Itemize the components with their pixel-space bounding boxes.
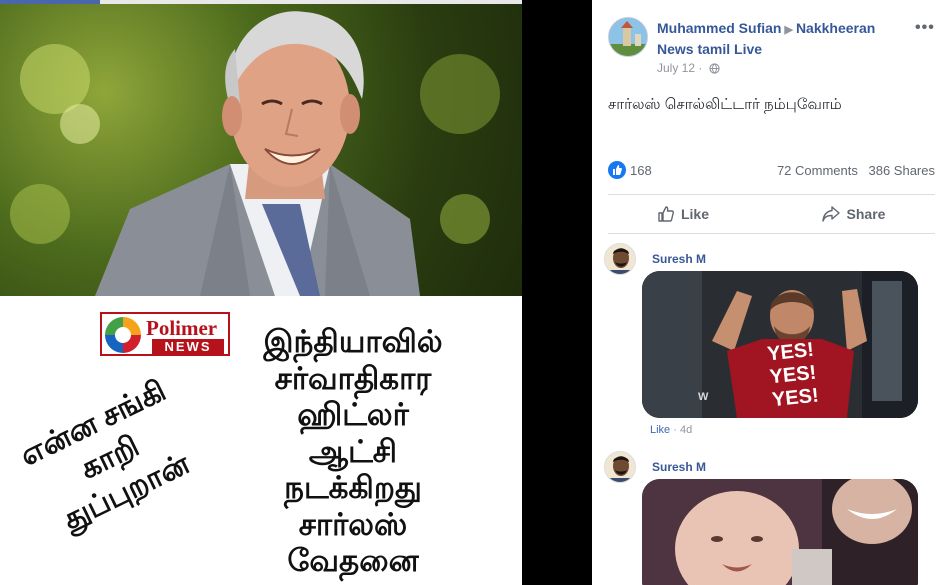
shares-count-link[interactable]: 386 Shares (869, 163, 936, 178)
man-portrait-illustration (95, 11, 420, 296)
globe-icon (709, 63, 720, 74)
poster-avatar[interactable] (608, 17, 648, 57)
comments-count-link[interactable]: 72 Comments (777, 163, 858, 178)
engagement-counts: 72 Comments 386 Shares (770, 163, 935, 178)
gif-shirt-text: YES! YES! YES! (766, 338, 820, 412)
post-action-bar: Like Share (608, 194, 935, 234)
gif-badge: W (698, 391, 709, 403)
comment-time[interactable]: 4d (680, 424, 692, 436)
post-sidebar: Muhammed Sufian ▶ Nakkheeran News tamil Li… (592, 0, 951, 585)
caption-line: ஆட்சி (308, 433, 398, 469)
comment: Suresh M (592, 451, 951, 585)
caption-line: சர்வாதிகார (274, 360, 432, 396)
screenshot-stage: Polimer NEWS இந்தியாவில் சர்வாதிகார ஹிட்… (0, 0, 951, 585)
comment-gif[interactable]: YES! YES! YES! W (642, 271, 918, 418)
caption-card: Polimer NEWS இந்தியாவில் சர்வாதிகார ஹிட்… (0, 296, 522, 585)
logo-news-badge: NEWS (152, 339, 224, 354)
comment-gif[interactable] (642, 479, 918, 585)
post-image[interactable]: Polimer NEWS இந்தியாவில் சர்வாதிகார ஹிட்… (0, 0, 522, 585)
logo-name: Polimer (146, 316, 218, 340)
reaction-count[interactable]: 168 (630, 163, 652, 178)
post-header: Muhammed Sufian ▶ Nakkheeran News tamil Li… (592, 0, 951, 90)
laughing-baby-gif (642, 479, 918, 585)
more-horizontal-icon[interactable]: ••• (915, 19, 935, 37)
post-meta: July 12 · (657, 61, 720, 75)
like-button[interactable]: Like (608, 195, 758, 233)
arrow-right-icon: ▶ (784, 24, 793, 36)
caption-line: இந்தியாவில் (263, 324, 443, 359)
post-message: சார்லஸ் சொல்லிட்டார் நம்புவோம் (608, 96, 842, 113)
comment-meta: Like · 4d (650, 424, 693, 436)
comment-like-link[interactable]: Like (650, 424, 670, 436)
reactions-row: 168 72 Comments 386 Shares (608, 160, 935, 184)
like-button-label: Like (680, 206, 709, 222)
thumbs-up-icon (658, 206, 674, 222)
tamil-caption: இந்தியாவில் சர்வாதிகார ஹிட்லர் ஆட்சி நடக… (238, 324, 468, 580)
post-date[interactable]: July 12 (657, 61, 695, 75)
share-arrow-icon (821, 206, 840, 222)
post-author-link[interactable]: Muhammed Sufian (657, 20, 781, 36)
caption-line: வேதனை (287, 543, 419, 578)
caption-line: சார்லஸ் (298, 506, 408, 542)
comment: Suresh M YES! YES! YES! W Like · 4d (592, 242, 951, 442)
commenter-avatar[interactable] (604, 451, 636, 483)
share-button[interactable]: Share (778, 195, 928, 233)
slanted-caption: என்ன சங்கி காறி துப்புறான் (0, 359, 234, 558)
commenter-avatar[interactable] (604, 243, 636, 275)
polimer-swirl-icon (105, 317, 141, 353)
comment-author-link[interactable]: Suresh M (652, 252, 706, 266)
comment-author-link[interactable]: Suresh M (652, 460, 706, 474)
share-button-label: Share (846, 206, 886, 222)
thumbs-up-reaction-icon[interactable] (608, 161, 626, 179)
caption-line: ஹிட்லர் (297, 397, 409, 432)
caption-line: நடக்கிறது (284, 470, 422, 505)
post-author-line: Muhammed Sufian ▶ Nakkheeran News tamil Li… (657, 19, 897, 59)
portrait-photo (0, 4, 522, 296)
polimer-news-logo: Polimer NEWS (100, 312, 230, 356)
